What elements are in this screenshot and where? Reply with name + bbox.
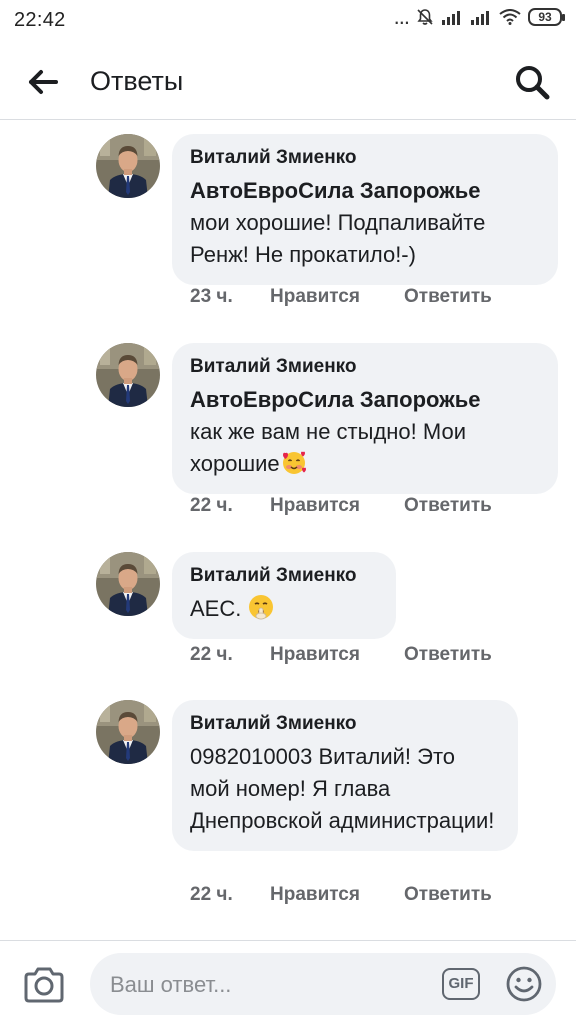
comment-time: 22 ч. [190, 495, 233, 516]
status-icons: ... 93 [393, 4, 565, 29]
comment-bubble[interactable]: Виталий Змиенко АвтоЕвроСила Запорожье к… [172, 343, 558, 494]
comment-text: АвтоЕвроСила Запорожье мои хорошие! Подп… [190, 175, 540, 271]
smiling-face-with-hearts-emoji [282, 451, 306, 474]
shushing-face-emoji [249, 595, 274, 620]
like-button[interactable]: Нравится [270, 495, 404, 517]
comment-bubble[interactable]: Виталий Змиенко АвтоЕвроСила Запорожье м… [172, 134, 558, 285]
comment-time: 22 ч. [190, 644, 233, 665]
comment-body: как же вам не стыдно! Мои хорошие [190, 419, 466, 476]
signal-icon [471, 11, 489, 25]
overflow-dots: ... [393, 4, 410, 29]
comment-text: АвтоЕвроСила Запорожье как же вам не сты… [190, 384, 540, 480]
battery-indicator: 93 [528, 8, 565, 26]
comment-text: АЕС. [190, 593, 378, 625]
comment-text: 0982010003 Виталий! Это мой номер! Я гла… [190, 741, 500, 837]
comment-actions: 22 ч. Нравится Ответить [190, 644, 492, 666]
signal-icon [442, 11, 460, 25]
comment-actions: 22 ч. Нравится Ответить [190, 495, 492, 517]
reply-placeholder: Ваш ответ... [110, 972, 232, 997]
emoji-button[interactable] [505, 965, 543, 1003]
search-icon [516, 66, 550, 100]
reply-input[interactable]: Ваш ответ... GIF [90, 953, 556, 1015]
reply-composer: Ваш ответ... GIF [0, 940, 576, 1024]
comment-bubble[interactable]: Виталий Змиенко 0982010003 Виталий! Это … [172, 700, 518, 851]
comment-mention[interactable]: АвтоЕвроСила Запорожье [190, 178, 481, 203]
comment-author[interactable]: Виталий Змиенко [190, 147, 540, 169]
avatar[interactable] [96, 552, 160, 616]
comment-author[interactable]: Виталий Змиенко [190, 713, 500, 735]
smiley-icon [506, 966, 542, 1002]
comment-mention[interactable]: АвтоЕвроСила Запорожье [190, 387, 481, 412]
like-button[interactable]: Нравится [270, 286, 404, 308]
search-button[interactable] [512, 62, 552, 102]
reply-button[interactable]: Ответить [404, 286, 492, 308]
reply-button[interactable]: Ответить [404, 884, 492, 906]
comment-author[interactable]: Виталий Змиенко [190, 565, 378, 587]
like-button[interactable]: Нравится [270, 884, 404, 906]
comment-body: АЕС. [190, 596, 242, 621]
comment-body: мои хорошие! Подпаливайте Ренж! Не прока… [190, 210, 486, 267]
comment-time: 23 ч. [190, 286, 233, 307]
arrow-left-icon [29, 70, 58, 94]
reply-button[interactable]: Ответить [404, 495, 492, 517]
wifi-icon [499, 9, 521, 25]
avatar[interactable] [96, 700, 160, 764]
avatar[interactable] [96, 134, 160, 198]
back-button[interactable] [22, 62, 62, 102]
comment-actions: 23 ч. Нравится Ответить [190, 286, 492, 308]
mute-bell-icon [417, 9, 433, 25]
gif-button[interactable]: GIF [442, 968, 480, 1000]
like-button[interactable]: Нравится [270, 644, 404, 666]
camera-button[interactable] [22, 963, 66, 1007]
app-header: Ответы [0, 40, 576, 120]
comment-author[interactable]: Виталий Змиенко [190, 356, 540, 378]
comment-bubble[interactable]: Виталий Змиенко АЕС. [172, 552, 396, 639]
avatar[interactable] [96, 343, 160, 407]
page-title: Ответы [90, 66, 184, 96]
status-bar: 22:42 ... 93 [0, 0, 576, 40]
status-time: 22:42 [14, 9, 66, 31]
comment-body: 0982010003 Виталий! Это мой номер! Я гла… [190, 744, 495, 833]
reply-button[interactable]: Ответить [404, 644, 492, 666]
camera-icon [24, 967, 64, 1003]
comment-actions: 22 ч. Нравится Ответить [190, 884, 492, 906]
comment-time: 22 ч. [190, 884, 233, 905]
